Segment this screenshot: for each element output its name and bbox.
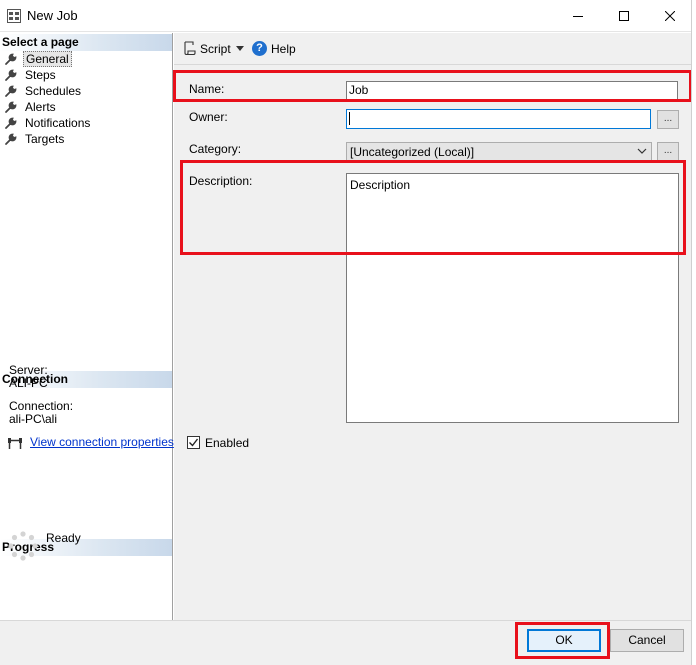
script-icon (182, 41, 196, 56)
connection-label: Connection: (9, 399, 74, 413)
page-item-targets[interactable]: Targets (4, 131, 66, 147)
wrench-icon (5, 53, 17, 65)
progress-spinner-icon (7, 530, 39, 562)
text-cursor (349, 112, 350, 125)
wrench-icon (5, 101, 17, 113)
close-icon (665, 11, 675, 21)
wrench-icon (5, 85, 17, 97)
highlight-description-annotation (180, 160, 686, 255)
page-item-label: Alerts (25, 100, 56, 114)
wrench-icon (5, 69, 17, 81)
window-title: New Job (27, 8, 78, 23)
page-item-schedules[interactable]: Schedules (4, 83, 83, 99)
help-icon[interactable]: ? (252, 41, 267, 56)
close-button[interactable] (647, 0, 693, 32)
category-select[interactable]: [Uncategorized (Local)] (346, 142, 652, 162)
owner-input[interactable] (346, 109, 651, 129)
maximize-button[interactable] (601, 0, 647, 32)
checkmark-icon (189, 438, 199, 447)
page-item-label: General (23, 51, 72, 67)
page-item-label: Schedules (25, 84, 82, 98)
page-item-label: Steps (25, 68, 56, 82)
highlight-ok-annotation (515, 622, 610, 659)
maximize-icon (619, 11, 629, 21)
minimize-button[interactable] (555, 0, 601, 32)
minimize-icon (573, 16, 583, 17)
highlight-name-annotation (173, 70, 692, 102)
page-item-notifications[interactable]: Notifications (4, 115, 92, 131)
view-connection-properties-link[interactable]: View connection properties (30, 435, 174, 449)
connection-properties-icon (7, 436, 23, 450)
connection-value: ali-PC\ali (9, 412, 58, 426)
progress-status: Ready (46, 531, 81, 545)
page-item-label: Notifications (25, 116, 91, 130)
chevron-down-icon[interactable] (636, 145, 648, 157)
script-button[interactable]: Script (200, 42, 231, 56)
server-label: Server: (9, 363, 48, 377)
page-item-general[interactable]: General (4, 51, 72, 67)
help-button[interactable]: Help (271, 42, 296, 56)
owner-browse-button[interactable]: ... (657, 110, 679, 129)
enabled-checkbox[interactable] (187, 436, 200, 449)
server-value: ALI-PC (9, 376, 48, 390)
wrench-icon (5, 133, 17, 145)
cancel-button[interactable]: Cancel (610, 629, 684, 652)
enabled-label: Enabled (205, 436, 250, 450)
app-icon (7, 9, 21, 23)
wrench-icon (5, 117, 17, 129)
category-label: Category: (189, 142, 242, 156)
script-dropdown-icon[interactable] (236, 46, 244, 51)
page-item-label: Targets (25, 132, 65, 146)
owner-label: Owner: (189, 110, 228, 124)
page-item-steps[interactable]: Steps (4, 67, 58, 83)
background-window-edge (691, 0, 696, 665)
select-page-header: Select a page (0, 34, 172, 51)
page-item-alerts[interactable]: Alerts (4, 99, 58, 115)
category-browse-button[interactable]: ... (657, 142, 679, 161)
